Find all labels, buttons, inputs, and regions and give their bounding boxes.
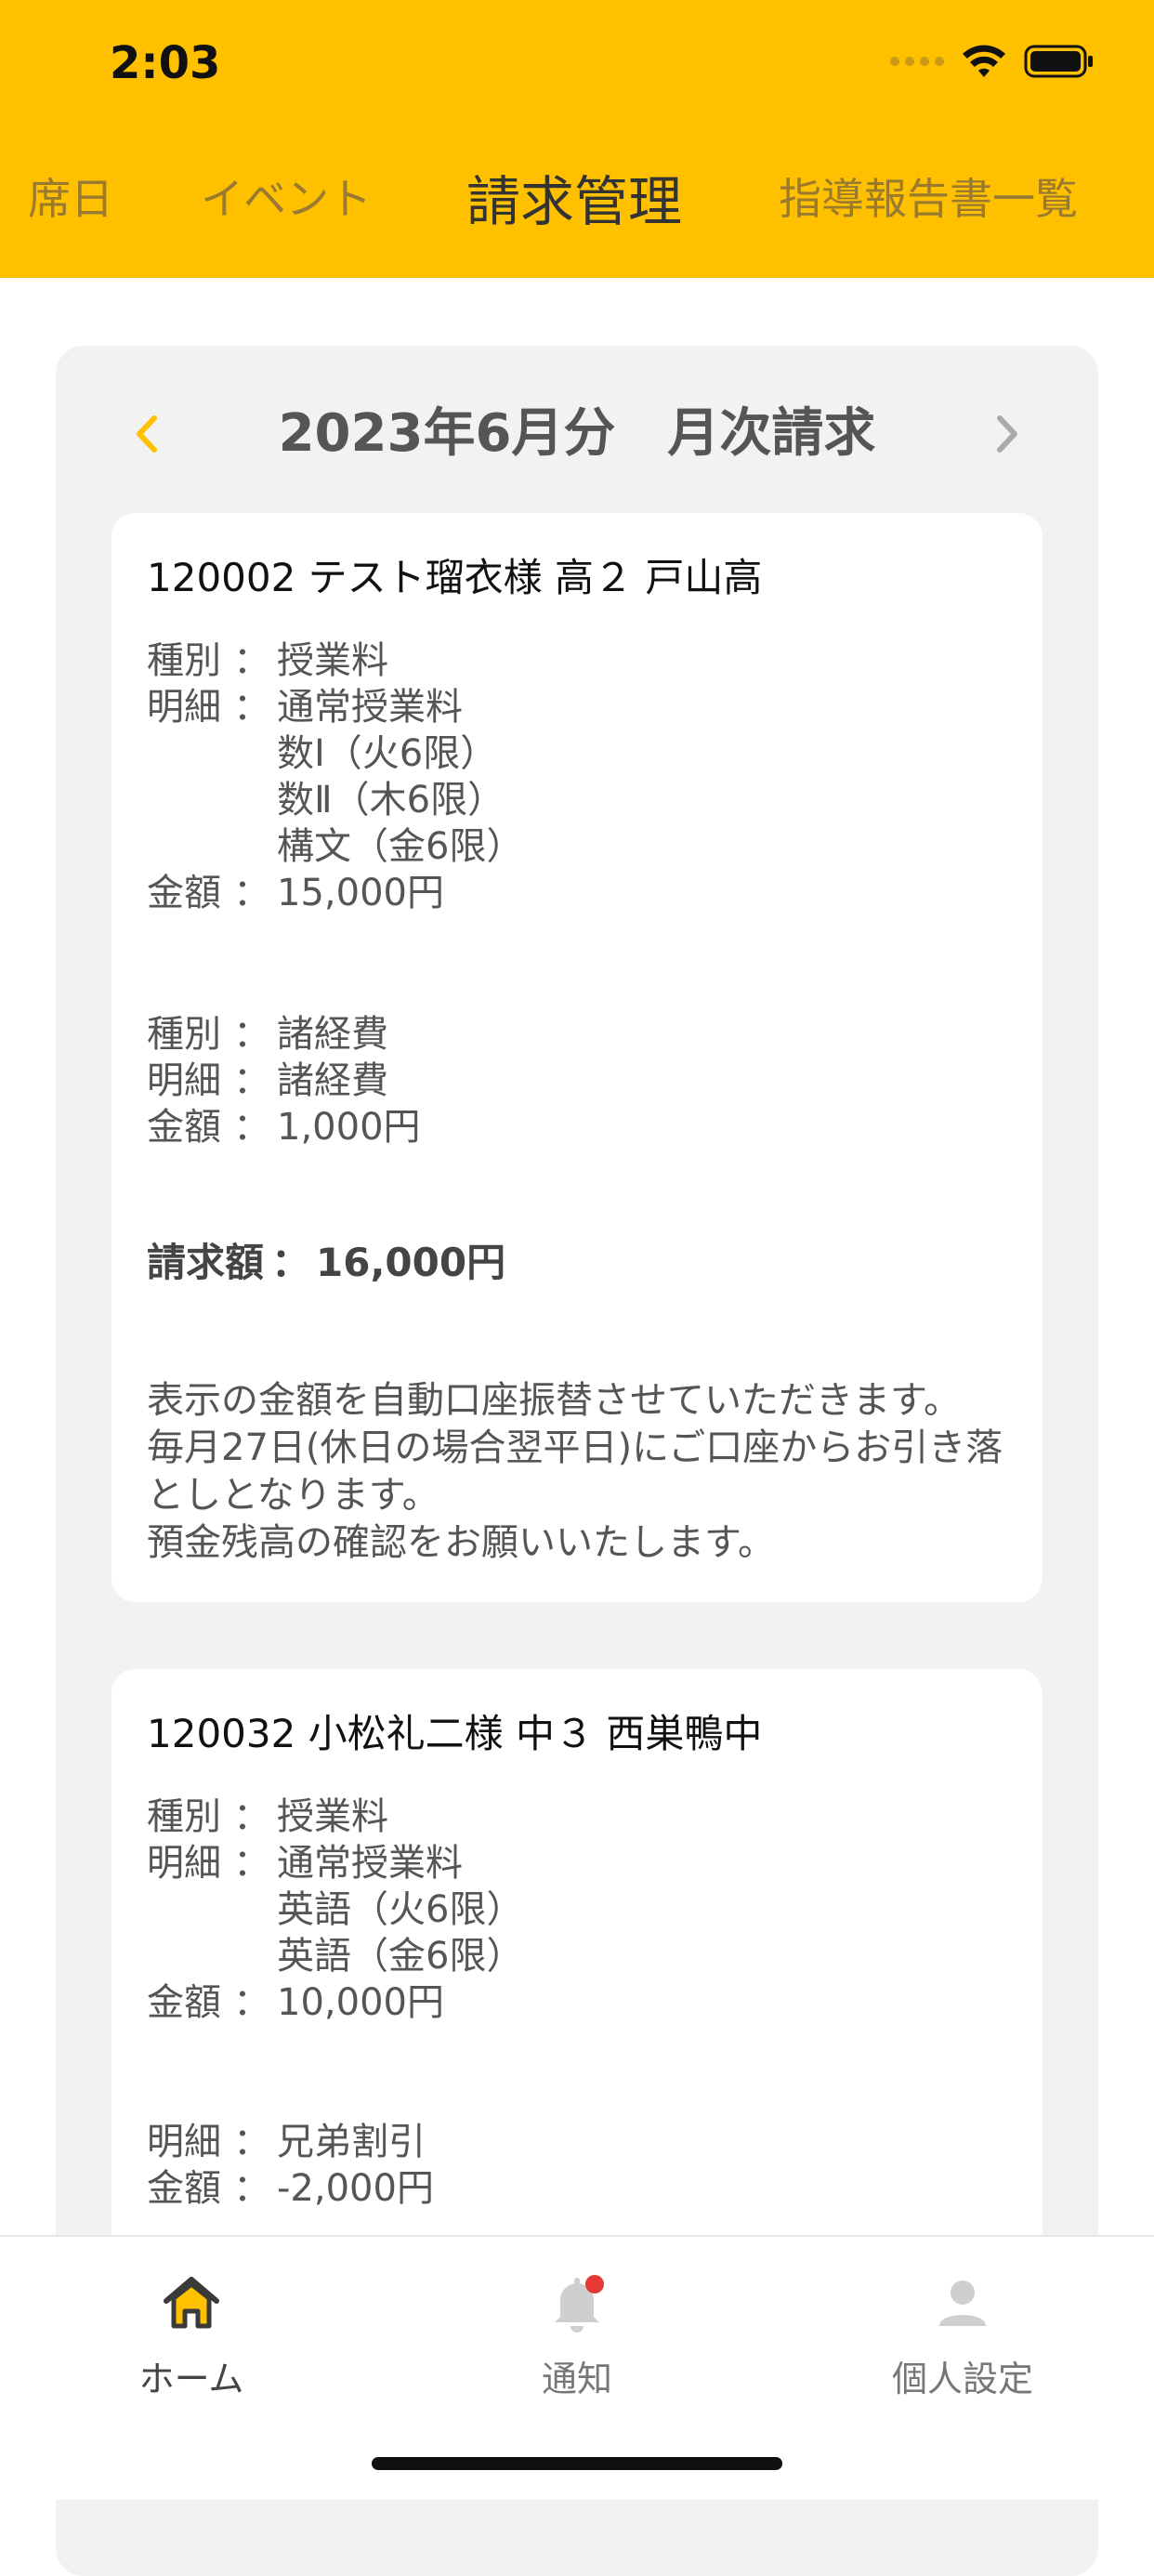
- detail-line: 数Ⅰ（火6限）: [277, 732, 498, 775]
- wifi-icon: [961, 44, 1007, 79]
- top-tab-bar: 席日 イベント 請求管理 指導報告書一覧: [0, 165, 1154, 240]
- amount-row: 金額： -2,000円: [147, 2167, 434, 2210]
- amount-row: 金額： 1,000円: [147, 1106, 421, 1149]
- student-title: 120032 小松礼二様 中３ 西巣鴨中: [147, 1711, 763, 1756]
- battery-icon: [1024, 44, 1095, 79]
- student-title: 120002 テスト瑠衣様 高２ 戸山高: [147, 555, 763, 600]
- nav-notification[interactable]: 通知: [438, 2270, 716, 2401]
- month-header: 2023年6月分 月次請求: [56, 401, 1098, 467]
- chevron-right-icon[interactable]: [989, 411, 1026, 457]
- home-indicator[interactable]: [372, 2457, 782, 2470]
- billing-card: 120002 テスト瑠衣様 高２ 戸山高 種別：授業料 明細：通常授業料 数Ⅰ（…: [111, 513, 1043, 1602]
- nav-home[interactable]: ホーム: [52, 2270, 331, 2401]
- type-row: 種別：授業料: [147, 639, 388, 682]
- tab-billing[interactable]: 請求管理: [466, 158, 682, 236]
- status-time: 2:03: [110, 37, 221, 89]
- amount-row: 金額： 15,000円: [147, 872, 444, 914]
- signal-icon: [890, 57, 944, 66]
- detail-line: 構文（金6限）: [277, 825, 524, 868]
- detail-row: 明細：兄弟割引: [147, 2121, 426, 2163]
- detail-line: 数Ⅱ（木6限）: [277, 779, 505, 821]
- status-icons: [890, 41, 1095, 82]
- detail-row: 明細：通常授業料: [147, 1842, 463, 1885]
- person-icon: [939, 2280, 986, 2326]
- nav-settings[interactable]: 個人設定: [823, 2270, 1102, 2401]
- nav-notification-label: 通知: [541, 2359, 612, 2399]
- bell-icon: [555, 2275, 604, 2333]
- tab-schedule[interactable]: 席日: [28, 165, 113, 227]
- billing-card: 120032 小松礼二様 中３ 西巣鴨中 種別：授業料 明細：通常授業料 英語（…: [111, 1669, 1043, 2320]
- tab-reports[interactable]: 指導報告書一覧: [779, 165, 1078, 227]
- type-row: 種別：諸経費: [147, 1013, 388, 1056]
- detail-row: 明細：諸経費: [147, 1059, 388, 1102]
- nav-home-label: ホーム: [138, 2359, 244, 2399]
- home-icon: [164, 2277, 219, 2329]
- detail-line: 英語（金6限）: [277, 1935, 524, 1978]
- header-bar: 2:03 席日 イベント 請求管理 指導報告書一覧: [0, 0, 1154, 278]
- type-row: 種別：授業料: [147, 1795, 388, 1838]
- detail-line: 英語（火6限）: [277, 1888, 524, 1931]
- total-row: 請求額： 16,000円: [147, 1240, 506, 1285]
- nav-settings-label: 個人設定: [891, 2359, 1033, 2399]
- notification-badge: [585, 2275, 604, 2293]
- tab-event[interactable]: イベント: [201, 165, 372, 227]
- chevron-left-icon[interactable]: [128, 411, 165, 457]
- month-title: 2023年6月分 月次請求: [278, 403, 876, 464]
- detail-row: 明細：通常授業料: [147, 686, 463, 729]
- amount-row: 金額： 10,000円: [147, 1981, 444, 2024]
- billing-note: 表示の金額を自動口座振替させていただきます。 毎月27日(休日の場合翌平日)にご…: [147, 1379, 1003, 1564]
